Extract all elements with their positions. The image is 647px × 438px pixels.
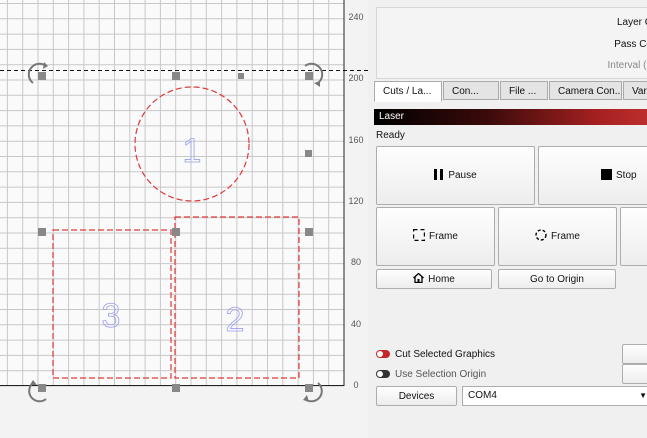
port-select-value: COM4 <box>468 390 497 401</box>
right-panel: Layer C Pass Co Interval (n Cuts / La...… <box>368 0 647 438</box>
chevron-down-icon: ▼ <box>639 391 647 400</box>
resize-handle-top-left[interactable] <box>38 72 46 80</box>
home-button[interactable]: Home <box>376 269 492 289</box>
use-selection-origin-label: Use Selection Origin <box>395 369 487 380</box>
frame-rect-button[interactable]: Frame <box>376 207 495 266</box>
laser-section-header: Laser <box>374 109 647 125</box>
devices-label: Devices <box>398 390 435 402</box>
stop-label: Stop <box>616 170 637 181</box>
resize-handle-bottom-right[interactable] <box>305 384 313 392</box>
y-axis-label: 240 <box>348 12 364 22</box>
toggle-knob <box>377 371 383 377</box>
right-rect-number: 2 <box>226 301 245 339</box>
y-axis-label: 80 <box>350 257 361 267</box>
origin-options-button[interactable] <box>622 364 647 384</box>
tab-cuts-layers[interactable]: Cuts / La... <box>374 81 442 102</box>
laser-status: Ready <box>376 130 405 141</box>
go-to-origin-label: Go to Origin <box>530 273 584 285</box>
frame-circle-icon <box>535 229 547 244</box>
stop-button[interactable]: Stop <box>538 146 647 205</box>
extra-action-button[interactable] <box>620 207 647 266</box>
frame-rect-label: Frame <box>429 231 458 242</box>
pause-label: Pause <box>448 170 477 181</box>
cut-options-button[interactable] <box>622 344 647 364</box>
y-axis-label: 120 <box>348 196 364 206</box>
y-axis-label: 200 <box>348 73 364 83</box>
layer-color-label: Layer C <box>616 17 647 28</box>
use-selection-origin-toggle[interactable] <box>376 370 390 378</box>
go-to-origin-button[interactable]: Go to Origin <box>498 269 616 289</box>
resize-handle-top-right[interactable] <box>305 72 313 80</box>
workspace-canvas[interactable]: 1 3 2 240 200 160 120 80 40 0 <box>0 0 368 438</box>
frame-circle-label: Frame <box>551 231 580 242</box>
stop-icon <box>601 168 612 183</box>
interval-label: Interval (n <box>607 60 647 71</box>
y-axis-label: 160 <box>348 135 364 145</box>
move-handle-top[interactable] <box>238 73 244 79</box>
y-axis-label: 40 <box>350 319 361 329</box>
left-rect-number: 3 <box>102 297 121 335</box>
tab-console[interactable]: Con... <box>443 81 499 100</box>
devices-button[interactable]: Devices <box>376 386 457 406</box>
pause-icon <box>434 168 444 183</box>
frame-rect-icon <box>412 228 426 244</box>
y-axis-label: 0 <box>353 380 359 390</box>
home-label: Home <box>428 273 455 285</box>
right-rect-shape[interactable] <box>174 216 300 379</box>
port-select[interactable]: COM4 ▼ <box>462 386 647 406</box>
pause-button[interactable]: Pause <box>376 146 535 205</box>
frame-circle-button[interactable]: Frame <box>498 207 617 266</box>
cut-selected-label: Cut Selected Graphics <box>395 349 496 360</box>
resize-handle-middle-right[interactable] <box>305 228 313 236</box>
tab-camera-control[interactable]: Camera Con... <box>549 81 622 100</box>
resize-handle-center[interactable] <box>172 228 180 236</box>
cut-selected-toggle[interactable] <box>376 350 390 358</box>
cut-info-box: Layer C Pass Co Interval (n <box>376 7 647 79</box>
resize-handle-top-middle[interactable] <box>172 72 180 80</box>
design-shapes[interactable]: 1 3 2 <box>0 0 368 438</box>
home-icon <box>413 272 425 286</box>
resize-handle-bottom-left[interactable] <box>38 384 46 392</box>
tab-file-list[interactable]: File ... <box>500 81 548 100</box>
panel-tabs: Cuts / La... Con... File ... Camera Con.… <box>374 81 647 102</box>
tab-variable-text[interactable]: Vari <box>623 81 647 100</box>
circle-shape-number: 1 <box>183 132 202 170</box>
skew-handle-right[interactable] <box>305 150 312 157</box>
pass-count-label: Pass Co <box>614 39 647 50</box>
resize-handle-middle-left[interactable] <box>38 228 46 236</box>
toggle-knob <box>377 351 383 357</box>
resize-handle-bottom-middle[interactable] <box>172 384 180 392</box>
